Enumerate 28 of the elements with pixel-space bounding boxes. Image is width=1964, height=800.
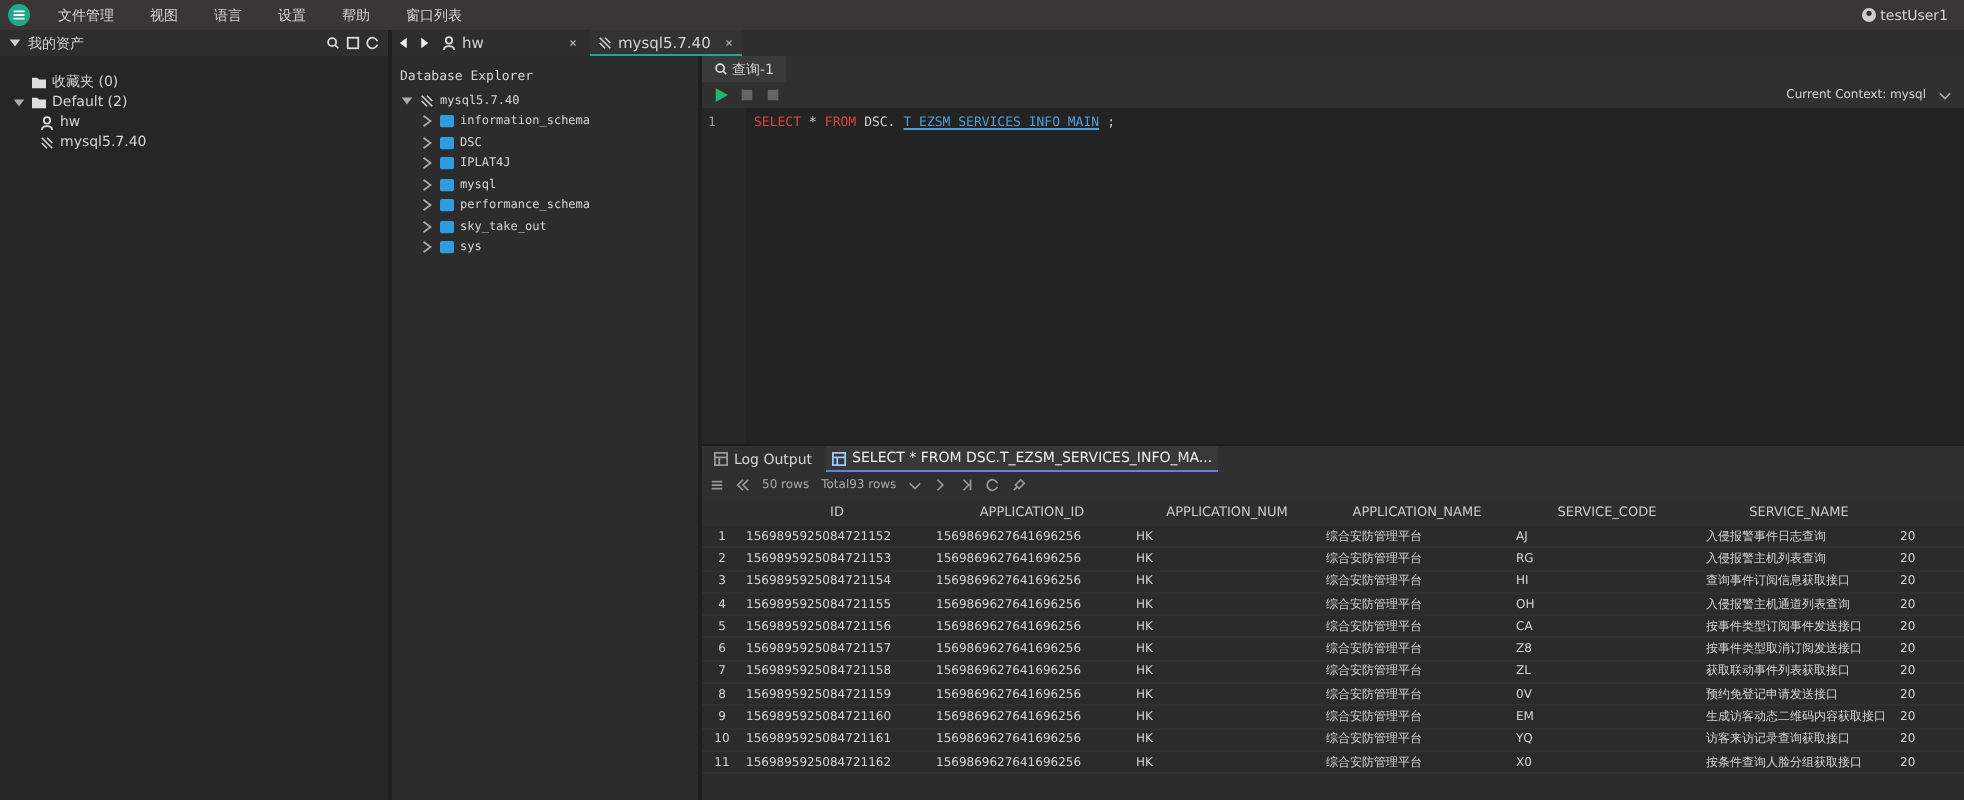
connection-icon — [598, 35, 612, 49]
user-icon — [1862, 8, 1877, 22]
forward-icon[interactable] — [416, 36, 430, 50]
last-page-icon[interactable] — [960, 478, 975, 492]
close-icon[interactable] — [724, 37, 734, 47]
menu-icon[interactable] — [710, 478, 724, 492]
next-page-icon[interactable] — [934, 478, 949, 492]
back-icon[interactable] — [398, 36, 412, 50]
close-icon[interactable] — [568, 38, 578, 48]
expand-icon[interactable] — [12, 95, 26, 109]
square-icon[interactable] — [346, 36, 360, 50]
run-icon[interactable] — [714, 88, 728, 102]
pin-icon[interactable] — [1012, 478, 1027, 492]
expand-icon[interactable] — [400, 93, 414, 108]
chevron-down-icon[interactable] — [908, 478, 923, 492]
collapse-icon[interactable] — [8, 36, 22, 50]
person-icon — [40, 115, 54, 129]
logo-icon — [8, 4, 30, 26]
first-page-icon[interactable] — [736, 478, 750, 492]
chevron-down-icon[interactable] — [1938, 88, 1952, 102]
person-icon — [442, 36, 456, 50]
connection-icon — [420, 93, 434, 108]
table-icon — [832, 451, 847, 465]
search-icon — [714, 62, 728, 76]
refresh-icon[interactable] — [986, 478, 1001, 492]
search-icon[interactable] — [326, 36, 340, 50]
table-icon — [714, 452, 728, 466]
connection-icon — [40, 135, 54, 149]
